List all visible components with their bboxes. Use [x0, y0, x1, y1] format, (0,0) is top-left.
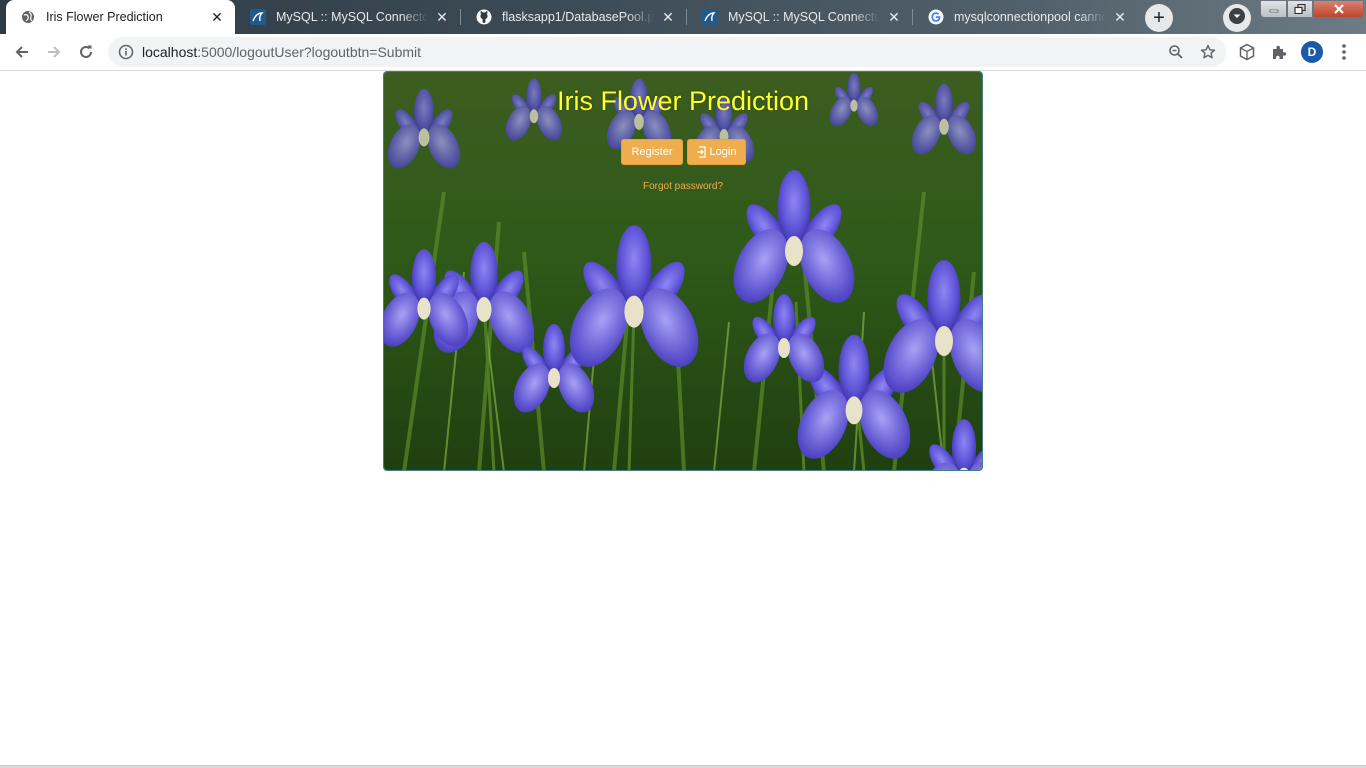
login-button[interactable]: Login: [687, 139, 746, 165]
tab-strip: Iris Flower Prediction ✕ MySQL :: MySQL …: [0, 0, 1366, 34]
url-path: :5000/logoutUser?logoutbtn=Submit: [197, 44, 422, 60]
tab-title: MySQL :: MySQL Connector/Py: [728, 10, 880, 24]
tab-google-search[interactable]: mysqlconnectionpool cannot ✕: [914, 0, 1138, 34]
info-icon[interactable]: [118, 44, 134, 60]
register-button[interactable]: Register: [621, 139, 683, 165]
login-label: Login: [709, 146, 737, 158]
tab-title: flasksapp1/DatabasePool.py at: [502, 10, 654, 24]
arrow-right-icon: [48, 46, 61, 58]
extensions-puzzle-icon[interactable]: [1269, 42, 1289, 62]
tab-mysql-connector-2[interactable]: MySQL :: MySQL Connector/Py ✕: [688, 0, 912, 34]
auth-button-row: Register Login: [621, 139, 746, 165]
browser-toolbar: localhost:5000/logoutUser?logoutbtn=Subm…: [0, 34, 1366, 71]
github-icon: [476, 9, 492, 25]
plus-icon: +: [1153, 7, 1165, 29]
iris-flowers-background-image: [384, 72, 982, 470]
tab-iris-flower-prediction[interactable]: Iris Flower Prediction ✕: [6, 0, 235, 34]
back-button[interactable]: [9, 39, 35, 65]
tab-mysql-connector-1[interactable]: MySQL :: MySQL Connector/Py ✕: [236, 0, 460, 34]
arrow-left-icon: [15, 46, 28, 58]
close-tab-icon[interactable]: ✕: [434, 9, 450, 25]
restore-icon: [1294, 4, 1306, 14]
profile-avatar[interactable]: D: [1301, 41, 1323, 63]
reload-button[interactable]: [73, 39, 99, 65]
tab-separator: [460, 9, 461, 25]
reload-icon: [80, 45, 92, 58]
mysql-icon: [250, 9, 266, 25]
chevron-down-icon: [1228, 7, 1246, 30]
forward-button[interactable]: [41, 39, 67, 65]
tab-separator: [686, 9, 687, 25]
maximize-button[interactable]: [1287, 0, 1313, 18]
minimize-button[interactable]: [1260, 0, 1287, 18]
tab-title: Iris Flower Prediction: [46, 10, 163, 24]
close-icon: [1333, 4, 1344, 14]
close-tab-icon[interactable]: ✕: [209, 9, 225, 25]
login-icon: [697, 146, 707, 158]
close-window-button[interactable]: [1313, 0, 1364, 18]
globe-icon: [20, 9, 36, 25]
url-host: localhost: [142, 44, 198, 60]
minimize-icon: [1269, 9, 1278, 13]
zoom-icon[interactable]: [1167, 43, 1185, 61]
page-title: Iris Flower Prediction: [556, 86, 810, 116]
hero-panel: Iris Flower Prediction Register Login Fo…: [383, 71, 983, 471]
close-tab-icon[interactable]: ✕: [660, 9, 676, 25]
tab-separator: [912, 9, 913, 25]
tab-title: MySQL :: MySQL Connector/Py: [276, 10, 428, 24]
window-controls: [1260, 0, 1366, 20]
bookmark-star-icon[interactable]: [1199, 43, 1217, 61]
address-bar[interactable]: localhost:5000/logoutUser?logoutbtn=Subm…: [108, 37, 1226, 67]
mysql-icon: [702, 9, 718, 25]
close-tab-icon[interactable]: ✕: [886, 9, 902, 25]
forgot-password-link[interactable]: Forgot password?: [384, 181, 982, 192]
extension-cube-icon[interactable]: [1237, 42, 1257, 62]
url-text[interactable]: localhost:5000/logoutUser?logoutbtn=Subm…: [142, 44, 421, 60]
tab-search-button[interactable]: [1223, 4, 1251, 32]
tab-github-databasepool[interactable]: flasksapp1/DatabasePool.py at ✕: [462, 0, 686, 34]
close-tab-icon[interactable]: ✕: [1112, 9, 1128, 25]
new-tab-button[interactable]: +: [1145, 4, 1173, 32]
more-menu-icon[interactable]: [1334, 42, 1354, 62]
tab-title: mysqlconnectionpool cannot: [954, 10, 1106, 24]
google-icon: [928, 9, 944, 25]
